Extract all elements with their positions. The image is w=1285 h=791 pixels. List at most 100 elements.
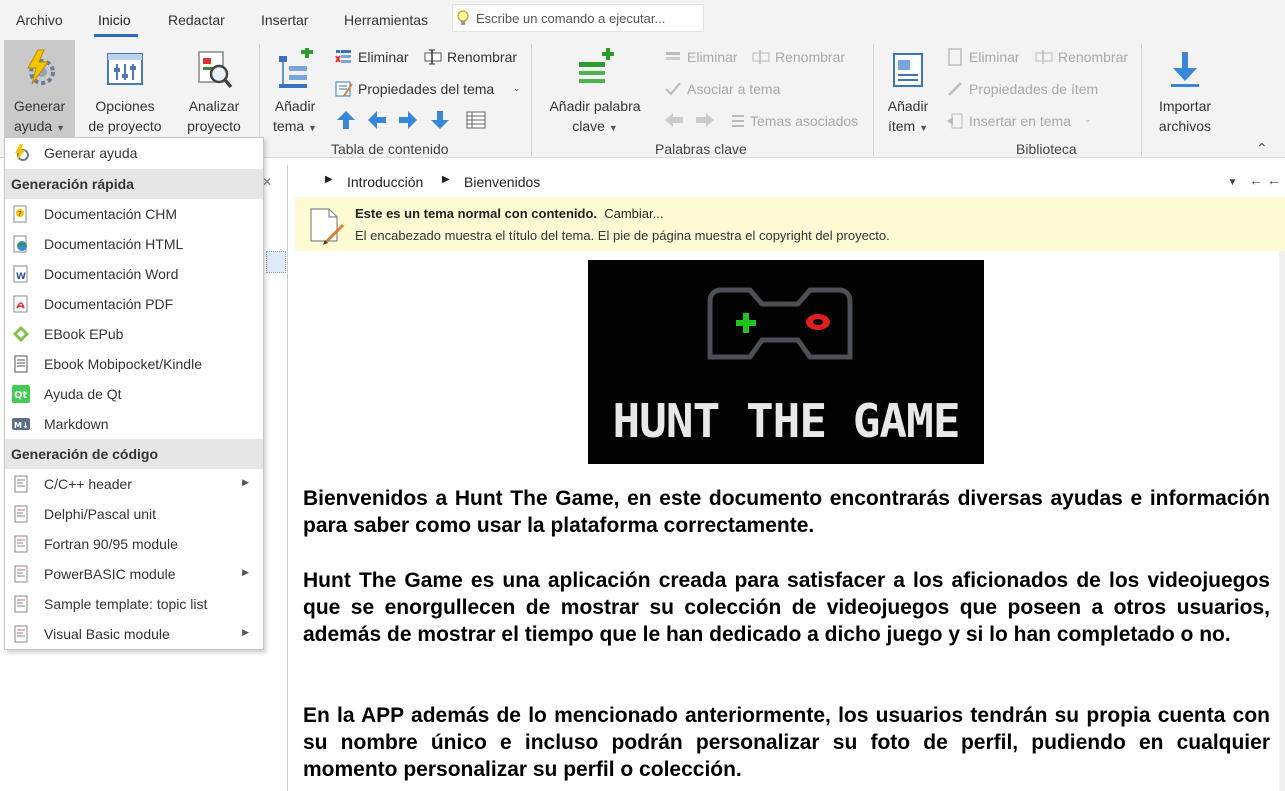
analizar-label-1: Analizar bbox=[188, 98, 240, 114]
move-up-icon[interactable] bbox=[336, 110, 356, 130]
tab-archivo[interactable]: Archivo bbox=[16, 12, 63, 28]
breadcrumb-item[interactable]: Introducción bbox=[347, 174, 423, 190]
back-arrow-icon[interactable]: ← bbox=[1249, 172, 1263, 188]
selected-tree-row[interactable] bbox=[266, 251, 286, 273]
section-header-label: Generación de código bbox=[11, 446, 159, 462]
delete-item-icon bbox=[948, 48, 962, 66]
menu-item-fortran[interactable]: Fortran 90/95 module bbox=[5, 529, 263, 559]
menu-item-label: Delphi/Pascal unit bbox=[44, 506, 157, 522]
analyze-magnifier-icon bbox=[198, 51, 233, 89]
add-keyword-icon bbox=[579, 48, 614, 83]
anadir-item-button[interactable]: Añadir ítem ▼ bbox=[880, 40, 936, 137]
group-separator bbox=[873, 44, 874, 156]
tab-redactar[interactable]: Redactar bbox=[168, 12, 225, 28]
menu-item-chm[interactable]: ? Documentación CHM bbox=[5, 199, 263, 229]
forward-arrow-icon[interactable]: ← bbox=[1267, 172, 1281, 188]
rename-icon bbox=[752, 50, 770, 64]
kindle-book-icon bbox=[14, 355, 28, 373]
importar-archivos-button[interactable]: Importar archivos bbox=[1150, 40, 1220, 137]
forward-arrow-icon[interactable] bbox=[695, 112, 715, 128]
topic-editor[interactable]: HUNT THE GAME Bienvenidos a Hunt The Gam… bbox=[295, 251, 1285, 791]
toc-eliminar-label: Eliminar bbox=[358, 49, 409, 65]
menu-item-markdown[interactable]: M↓ Markdown bbox=[5, 409, 263, 439]
menu-item-delphi[interactable]: Delphi/Pascal unit bbox=[5, 499, 263, 529]
toc-propiedades-button[interactable]: Propiedades del tema ⌄ bbox=[335, 78, 525, 100]
code-file-icon bbox=[14, 535, 28, 553]
html-globe-icon bbox=[13, 235, 27, 253]
menu-item-mobipocket[interactable]: Ebook Mobipocket/Kindle bbox=[5, 349, 263, 379]
section-header-label: Generación rápida bbox=[11, 176, 134, 192]
menu-item-epub[interactable]: EBook EPub bbox=[5, 319, 263, 349]
menu-item-generar-ayuda[interactable]: Generar ayuda bbox=[5, 138, 263, 168]
opciones-label-2: de proyecto bbox=[88, 118, 162, 134]
tab-inicio[interactable]: Inicio bbox=[98, 12, 131, 28]
generar-label-1: Generar bbox=[13, 98, 66, 114]
table-list-icon[interactable] bbox=[466, 111, 486, 129]
anadir-tema-label-1: Añadir bbox=[274, 98, 316, 114]
anadir-item-label-2: ítem ▼ bbox=[887, 118, 929, 134]
menu-item-label: PowerBASIC module bbox=[44, 566, 176, 582]
menu-item-sample-template[interactable]: Sample template: topic list bbox=[5, 589, 263, 619]
add-library-item-icon bbox=[893, 53, 923, 87]
topic-properties-icon bbox=[335, 81, 353, 97]
menu-item-label: EBook EPub bbox=[44, 326, 124, 342]
menu-item-label: Documentación Word bbox=[44, 266, 179, 282]
vertical-scrollbar[interactable] bbox=[1279, 251, 1285, 791]
menu-item-html[interactable]: Documentación HTML bbox=[5, 229, 263, 259]
command-search-input[interactable]: Escribe un comando a ejecutar... bbox=[452, 4, 704, 32]
lib-insertar-button[interactable]: Insertar en tema ⌄ bbox=[946, 110, 1096, 132]
delete-keyword-icon bbox=[666, 52, 680, 60]
topic-type-bold: Este es un tema normal con contenido. bbox=[355, 206, 597, 221]
collapse-ribbon-icon[interactable]: ⌃ bbox=[1256, 140, 1268, 157]
breadcrumb-arrow-icon: ▶ bbox=[442, 174, 450, 185]
svg-text:Qt: Qt bbox=[14, 390, 28, 401]
dropdown-arrow-icon[interactable]: ▼ bbox=[1228, 177, 1238, 188]
breadcrumb-item[interactable]: Bienvenidos bbox=[464, 174, 540, 190]
menu-item-label: Documentación HTML bbox=[44, 236, 184, 252]
code-file-icon bbox=[14, 475, 28, 493]
epub-icon bbox=[13, 326, 29, 342]
code-file-icon bbox=[14, 625, 28, 643]
menu-item-label: Ayuda de Qt bbox=[44, 386, 122, 402]
lib-renombrar-label: Renombrar bbox=[1058, 49, 1129, 65]
section-header-code: Generación de código bbox=[5, 439, 263, 469]
topic-info-detail: El encabezado muestra el título del tema… bbox=[355, 228, 890, 243]
change-link[interactable]: Cambiar... bbox=[604, 206, 663, 221]
qt-logo-icon: Qt bbox=[12, 385, 30, 403]
content-paragraph: Bienvenidos a Hunt The Game, en este doc… bbox=[303, 487, 1270, 537]
move-left-icon[interactable] bbox=[367, 110, 387, 130]
move-right-icon[interactable] bbox=[398, 110, 418, 130]
generar-ayuda-dropdown: Generar ayuda Generación rápida ? Docume… bbox=[4, 137, 264, 650]
chevron-down-icon: ⌄ bbox=[1084, 114, 1092, 124]
menu-item-c-header[interactable]: C/C++ header ▶ bbox=[5, 469, 263, 499]
menu-item-visual-basic[interactable]: Visual Basic module ▶ bbox=[5, 619, 263, 649]
list-icon bbox=[732, 115, 744, 127]
lightbulb-icon bbox=[457, 10, 469, 25]
rename-icon bbox=[1035, 50, 1053, 64]
lightning-gear-icon bbox=[26, 49, 55, 85]
menu-item-word[interactable]: W Documentación Word bbox=[5, 259, 263, 289]
toc-propiedades-label: Propiedades del tema bbox=[358, 81, 495, 97]
nav-controls: ▼ ← ← bbox=[1228, 172, 1281, 188]
toc-group-label: Tabla de contenido bbox=[331, 141, 449, 157]
code-file-icon bbox=[14, 595, 28, 613]
analizar-proyecto-button[interactable]: Analizar proyecto bbox=[176, 40, 252, 137]
menu-item-pdf[interactable]: Documentación PDF bbox=[5, 289, 263, 319]
keywords-group-label: Palabras clave bbox=[655, 141, 747, 157]
menu-item-qt[interactable]: Qt Ayuda de Qt bbox=[5, 379, 263, 409]
tab-insertar[interactable]: Insertar bbox=[261, 12, 308, 28]
generar-ayuda-button[interactable]: Generar ayuda ▼ bbox=[4, 40, 75, 137]
kw-eliminar-label: Eliminar bbox=[687, 49, 738, 65]
library-group-label: Biblioteca bbox=[1016, 141, 1077, 157]
anadir-palabra-clave-button[interactable]: Añadir palabra clave ▼ bbox=[540, 40, 650, 137]
back-arrow-icon[interactable] bbox=[664, 112, 684, 128]
tab-herramientas[interactable]: Herramientas bbox=[344, 12, 428, 28]
content-paragraph: En la APP además de lo mencionado anteri… bbox=[303, 704, 1270, 781]
breadcrumb-arrow-icon: ▶ bbox=[325, 174, 333, 185]
move-down-icon[interactable] bbox=[430, 110, 450, 130]
menu-item-label: Documentación CHM bbox=[44, 206, 178, 222]
anadir-tema-button[interactable]: Añadir tema ▼ bbox=[264, 40, 326, 137]
menu-item-powerbasic[interactable]: PowerBASIC module ▶ bbox=[5, 559, 263, 589]
opciones-proyecto-button[interactable]: Opciones de proyecto bbox=[82, 40, 168, 137]
lib-eliminar-label: Eliminar bbox=[969, 49, 1020, 65]
